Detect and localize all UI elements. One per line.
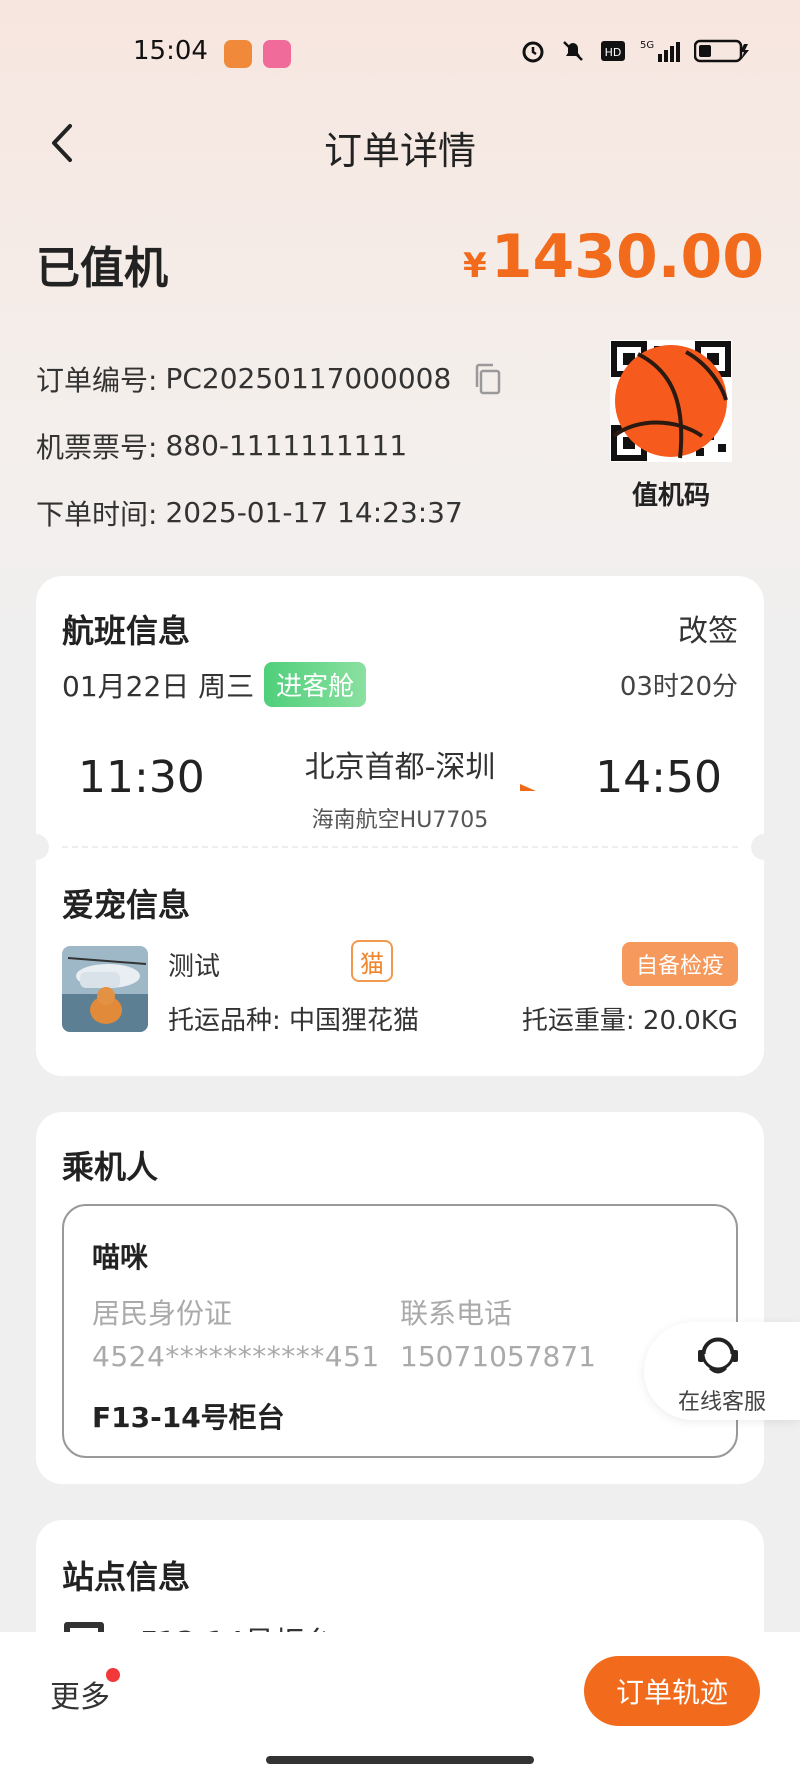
order-number-value: PC20250117000008 bbox=[165, 362, 452, 395]
order-info: 订单编号: PC20250117000008 机票票号: 880-1111111… bbox=[36, 345, 503, 546]
departure-time: 11:30 bbox=[78, 752, 205, 803]
battery-icon bbox=[694, 39, 749, 63]
status-time: 15:04 bbox=[133, 36, 208, 66]
passenger-name: 喵咪 bbox=[92, 1241, 149, 1274]
online-service-label: 在线客服 bbox=[677, 1390, 766, 1415]
alarm-icon bbox=[522, 41, 544, 63]
counter-location: F13-14号柜台 bbox=[92, 1401, 285, 1434]
station-section-title: 站点信息 bbox=[62, 1558, 191, 1596]
pet-breed: 托运品种: 中国狸花猫 bbox=[168, 1000, 419, 1037]
flight-duration: 03时20分 bbox=[619, 672, 738, 702]
arrival-time: 14:50 bbox=[595, 752, 722, 803]
pet-photo[interactable] bbox=[62, 946, 148, 1032]
pet-weight-label: 托运重量: bbox=[521, 1006, 635, 1036]
ticket-notch bbox=[751, 834, 777, 860]
pet-weight: 托运重量: 20.0KG bbox=[522, 1000, 738, 1037]
ticket-number-row: 机票票号: 880-1111111111 bbox=[36, 412, 503, 479]
ticket-number-value: 880-1111111111 bbox=[165, 429, 408, 462]
order-time-row: 下单时间: 2025-01-17 14:23:37 bbox=[36, 479, 503, 546]
order-number-label: 订单编号: bbox=[36, 363, 158, 397]
order-time-label: 下单时间: bbox=[36, 497, 158, 531]
signal-5g-icon: 5G bbox=[640, 40, 680, 62]
flight-route: 北京首都-深圳 bbox=[304, 750, 496, 785]
ticket-notch bbox=[23, 834, 49, 860]
flight-date: 01月22日 周三 bbox=[62, 669, 255, 703]
order-status: 已值机 bbox=[36, 243, 168, 294]
phone-label: 联系电话 bbox=[400, 1297, 513, 1330]
pet-name: 测试 bbox=[168, 952, 221, 982]
id-number: 4524***********451 bbox=[92, 1340, 380, 1373]
passenger-item[interactable]: 喵咪 居民身份证 联系电话 4524***********451 1507105… bbox=[62, 1204, 738, 1458]
status-bar: 15:04 HD 5G bbox=[0, 0, 800, 100]
mute-icon bbox=[563, 41, 583, 61]
passenger-section-title: 乘机人 bbox=[62, 1148, 159, 1186]
route-arrow-icon bbox=[262, 784, 536, 793]
svg-text:HD: HD bbox=[605, 46, 622, 59]
cabin-tag: 进客舱 bbox=[264, 662, 367, 707]
svg-text:5G: 5G bbox=[640, 40, 654, 51]
copy-icon[interactable] bbox=[473, 363, 503, 395]
passenger-card: 乘机人 喵咪 居民身份证 联系电话 4524***********451 150… bbox=[36, 1112, 764, 1484]
currency-symbol: ¥ bbox=[463, 246, 487, 286]
order-number-row: 订单编号: PC20250117000008 bbox=[36, 345, 503, 412]
reschedule-button[interactable]: 改签 bbox=[678, 606, 738, 650]
status-icons: HD 5G bbox=[520, 38, 750, 64]
hd-icon: HD bbox=[601, 41, 625, 61]
id-type-label: 居民身份证 bbox=[92, 1297, 233, 1330]
flight-card: 航班信息 改签 01月22日 周三 进客舱 03时20分 11:30 北京首都-… bbox=[23, 576, 777, 1076]
flight-date-row: 01月22日 周三 进客舱 bbox=[62, 662, 367, 707]
order-track-button[interactable]: 订单轨迹 bbox=[584, 1656, 760, 1726]
checkin-qr-code[interactable] bbox=[610, 340, 732, 462]
order-time-value: 2025-01-17 14:23:37 bbox=[165, 496, 463, 529]
ticket-number-label: 机票票号: bbox=[36, 430, 158, 464]
pet-breed-label: 托运品种: bbox=[168, 1006, 281, 1036]
pet-section-title: 爱宠信息 bbox=[62, 886, 191, 924]
online-service-button[interactable]: 在线客服 bbox=[644, 1322, 800, 1420]
pet-breed-value: 中国狸花猫 bbox=[289, 1006, 420, 1036]
notification-dot bbox=[106, 1668, 120, 1682]
flight-section-title: 航班信息 bbox=[62, 612, 191, 650]
phone-number: 15071057871 bbox=[400, 1340, 596, 1373]
notification-app-icon bbox=[224, 40, 252, 68]
home-indicator[interactable] bbox=[266, 1756, 534, 1764]
nav-header: 订单详情 bbox=[0, 100, 800, 190]
pet-type-tag: 猫 bbox=[351, 940, 393, 982]
bottom-action-bar: 更多 订单轨迹 bbox=[0, 1632, 800, 1778]
customer-service-icon bbox=[698, 1337, 738, 1374]
order-price: ¥1430.00 bbox=[463, 222, 764, 292]
page-title: 订单详情 bbox=[323, 129, 476, 173]
pet-weight-value: 20.0KG bbox=[642, 1006, 738, 1036]
notification-app-icon-2 bbox=[263, 40, 291, 68]
flight-number: 海南航空HU7705 bbox=[311, 808, 489, 833]
quarantine-badge: 自备检疫 bbox=[621, 942, 738, 986]
price-amount: 1430.00 bbox=[490, 222, 764, 292]
more-button[interactable]: 更多 bbox=[50, 1672, 110, 1716]
card-divider bbox=[62, 846, 738, 848]
checkin-qr-label: 值机码 bbox=[631, 481, 710, 511]
